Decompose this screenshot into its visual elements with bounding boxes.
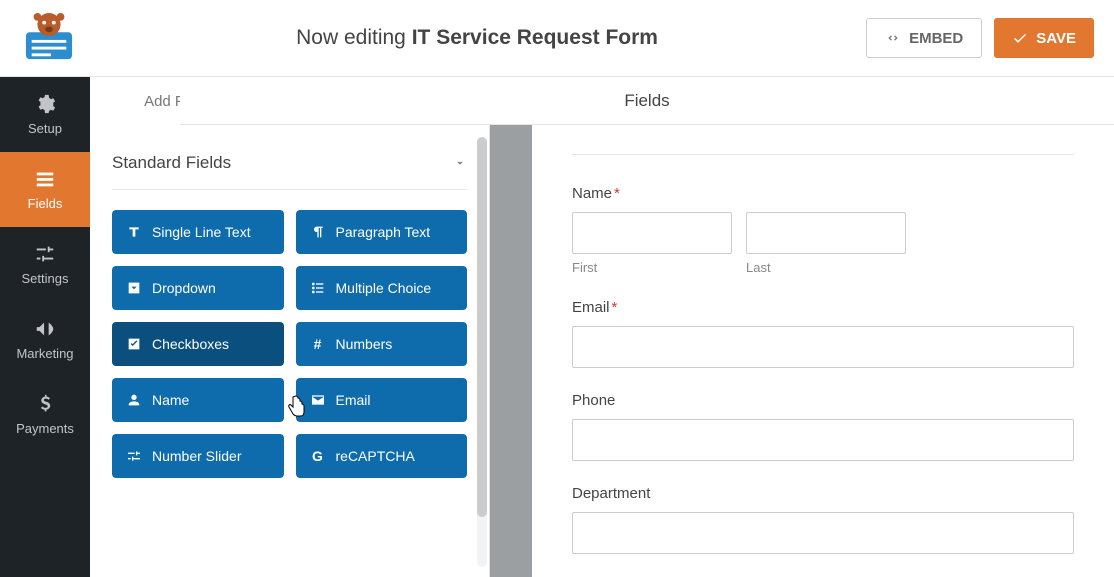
sliders-icon: [34, 243, 56, 265]
user-icon: [126, 392, 142, 408]
field-multiple-choice[interactable]: Multiple Choice: [296, 266, 468, 310]
last-name-input[interactable]: [746, 212, 906, 254]
nav-setup-label: Setup: [28, 121, 62, 136]
field-numbers[interactable]: # Numbers: [296, 322, 468, 366]
field-checkboxes[interactable]: Checkboxes: [112, 322, 284, 366]
name-label: Name*: [572, 185, 1074, 202]
embed-button[interactable]: EMBED: [866, 18, 982, 58]
form-title-divider: [572, 125, 1074, 155]
side-nav: Setup Fields Settings Marketing Payments: [0, 77, 90, 577]
list-icon: [34, 168, 56, 190]
check-square-icon: [126, 336, 142, 352]
field-email[interactable]: Email: [296, 378, 468, 422]
preview-field-name[interactable]: Name* First Last: [572, 185, 1074, 275]
nav-marketing-label: Marketing: [16, 346, 73, 361]
field-single-line-text[interactable]: Single Line Text: [112, 210, 284, 254]
caret-square-down-icon: [126, 280, 142, 296]
preview-field-email[interactable]: Email*: [572, 299, 1074, 368]
field-dropdown[interactable]: Dropdown: [112, 266, 284, 310]
form-preview: Name* First Last Email* Phone: [532, 125, 1114, 577]
preview-field-department[interactable]: Department: [572, 485, 1074, 554]
nav-marketing[interactable]: Marketing: [0, 302, 90, 377]
code-icon: [885, 30, 901, 46]
field-name[interactable]: Name: [112, 378, 284, 422]
email-label: Email*: [572, 299, 1074, 316]
phone-input[interactable]: [572, 419, 1074, 461]
nav-payments[interactable]: Payments: [0, 377, 90, 452]
paragraph-icon: [310, 224, 326, 240]
editing-title: Now editing IT Service Request Form: [88, 26, 866, 50]
wpforms-logo: [20, 13, 78, 63]
text-icon: [126, 224, 142, 240]
nav-setup[interactable]: Setup: [0, 77, 90, 152]
nav-payments-label: Payments: [16, 421, 74, 436]
envelope-icon: [310, 392, 326, 408]
list-ul-icon: [310, 280, 326, 296]
chevron-down-icon: [453, 156, 467, 170]
embed-label: EMBED: [909, 30, 963, 47]
hash-icon: #: [310, 336, 326, 352]
fields-panel: Add Fields Field Options Standard Fields…: [90, 77, 490, 577]
field-number-slider[interactable]: Number Slider: [112, 434, 284, 478]
department-input[interactable]: [572, 512, 1074, 554]
google-icon: G: [310, 448, 326, 464]
section-standard-fields[interactable]: Standard Fields: [112, 153, 467, 190]
dollar-icon: [34, 393, 56, 415]
save-button[interactable]: SAVE: [994, 18, 1094, 58]
sliders-h-icon: [126, 448, 142, 464]
first-sublabel: First: [572, 260, 732, 275]
field-recaptcha[interactable]: G reCAPTCHA: [296, 434, 468, 478]
check-icon: [1012, 30, 1028, 46]
nav-fields[interactable]: Fields: [0, 152, 90, 227]
section-title: Standard Fields: [112, 153, 231, 173]
department-label: Department: [572, 485, 1074, 502]
preview-field-phone[interactable]: Phone: [572, 392, 1074, 461]
field-paragraph-text[interactable]: Paragraph Text: [296, 210, 468, 254]
email-input[interactable]: [572, 326, 1074, 368]
nav-settings-label: Settings: [22, 271, 69, 286]
nav-fields-label: Fields: [28, 196, 63, 211]
scrollbar-thumb[interactable]: [477, 137, 487, 517]
nav-settings[interactable]: Settings: [0, 227, 90, 302]
last-sublabel: Last: [746, 260, 906, 275]
bullhorn-icon: [34, 318, 56, 340]
save-label: SAVE: [1036, 30, 1076, 47]
subheader: Fields: [180, 77, 1114, 125]
gear-icon: [34, 93, 56, 115]
phone-label: Phone: [572, 392, 1074, 409]
first-name-input[interactable]: [572, 212, 732, 254]
